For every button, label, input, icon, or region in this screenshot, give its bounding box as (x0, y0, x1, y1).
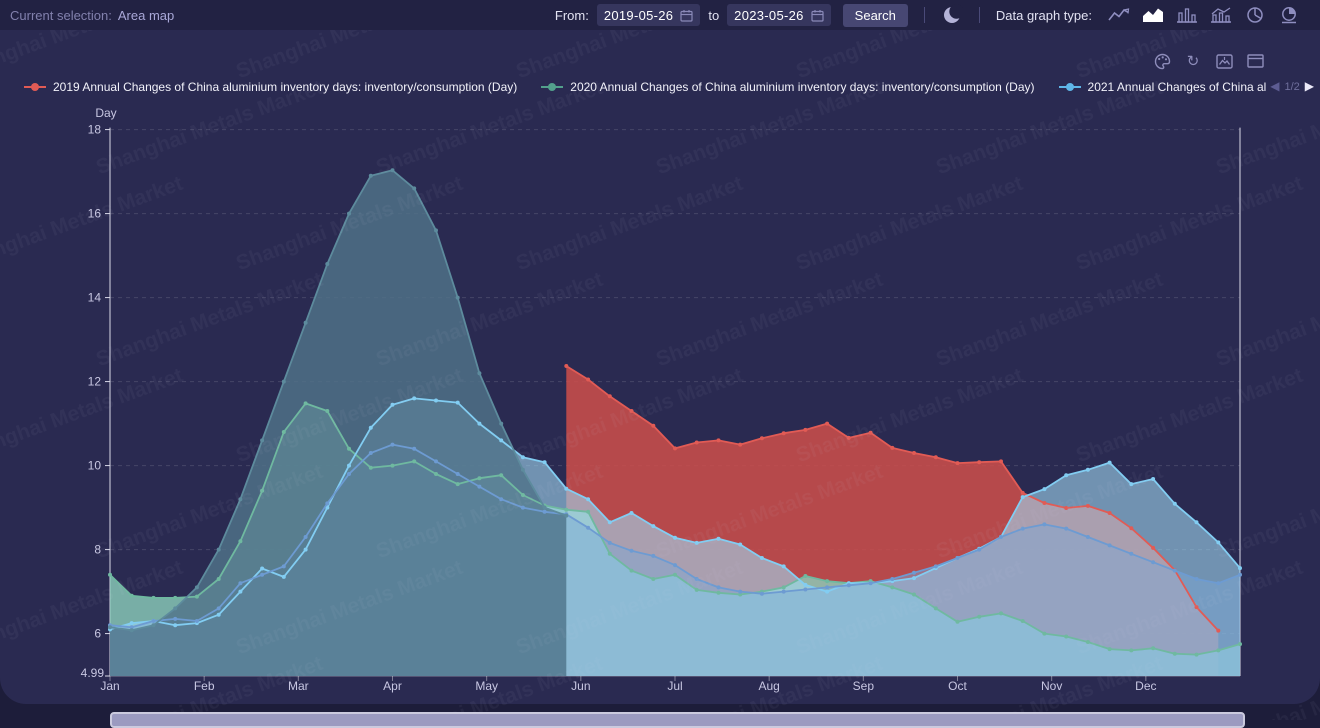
calendar-icon (680, 9, 693, 22)
theme-palette-icon[interactable] (1153, 52, 1171, 70)
svg-text:Dec: Dec (1135, 679, 1156, 693)
save-image-icon[interactable] (1215, 52, 1233, 70)
data-graph-type-label: Data graph type: (996, 8, 1092, 23)
legend-page-number: 1/2 (1284, 81, 1299, 93)
svg-text:Oct: Oct (948, 679, 967, 693)
divider (979, 7, 980, 23)
from-date-input[interactable]: 2019-05-26 (597, 4, 701, 26)
svg-text:18: 18 (88, 123, 102, 137)
dark-mode-toggle[interactable] (941, 4, 963, 26)
line-chart-icon[interactable] (1107, 6, 1131, 24)
legend-item-2021[interactable]: 2021 Annual Changes of China aluminium i… (1059, 80, 1267, 94)
top-bar: Current selection: Area map From: 2019-0… (0, 0, 1320, 30)
legend-label-2021: 2021 Annual Changes of China aluminium i… (1088, 80, 1267, 94)
divider (924, 7, 925, 23)
legend-marker-2019 (24, 86, 46, 88)
svg-text:Feb: Feb (194, 679, 215, 693)
legend-prev-arrow[interactable]: ◀ (1270, 78, 1279, 95)
svg-text:Apr: Apr (383, 679, 402, 693)
to-label: to (708, 8, 719, 23)
area-chart-icon[interactable] (1141, 6, 1165, 24)
svg-text:Nov: Nov (1041, 679, 1062, 693)
svg-text:Jan: Jan (100, 679, 119, 693)
svg-text:8: 8 (94, 543, 101, 557)
legend-marker-2020 (541, 86, 563, 88)
from-label: From: (555, 8, 589, 23)
svg-text:6: 6 (94, 627, 101, 641)
legend-label-2019: 2019 Annual Changes of China aluminium i… (53, 80, 517, 94)
graph-type-switcher (1102, 6, 1306, 24)
svg-text:10: 10 (88, 459, 102, 473)
svg-text:16: 16 (88, 207, 102, 221)
current-selection-label: Current selection: (10, 8, 112, 23)
bar-line-chart-icon[interactable] (1209, 6, 1233, 24)
svg-text:Jul: Jul (667, 679, 682, 693)
chart-legend: 2019 Annual Changes of China aluminium i… (24, 78, 1314, 95)
from-date-value: 2019-05-26 (604, 8, 674, 23)
to-date-value: 2023-05-26 (734, 8, 804, 23)
svg-text:4.99: 4.99 (81, 666, 105, 680)
svg-text:May: May (475, 679, 498, 693)
svg-text:14: 14 (88, 291, 102, 305)
svg-text:12: 12 (88, 375, 102, 389)
restore-icon[interactable]: ↻ (1184, 52, 1202, 70)
svg-text:Mar: Mar (288, 679, 309, 693)
svg-text:Jun: Jun (571, 679, 590, 693)
to-date-input[interactable]: 2023-05-26 (727, 4, 831, 26)
legend-next-arrow[interactable]: ▶ (1305, 78, 1314, 95)
pie-chart-icon[interactable] (1243, 6, 1267, 24)
donut-chart-icon[interactable] (1277, 6, 1301, 24)
data-view-icon[interactable] (1246, 52, 1264, 70)
legend-label-2020: 2020 Annual Changes of China aluminium i… (570, 80, 1034, 94)
moon-icon (941, 4, 963, 26)
search-button[interactable]: Search (843, 4, 908, 27)
chart-toolbox: ↻ (1140, 52, 1264, 70)
legend-item-2019[interactable]: 2019 Annual Changes of China aluminium i… (24, 80, 517, 94)
current-selection-value: Area map (118, 8, 174, 23)
legend-marker-2021 (1059, 86, 1081, 88)
legend-pagination: ◀ 1/2 ▶ (1270, 78, 1314, 95)
svg-text:Sep: Sep (853, 679, 875, 693)
calendar-icon (811, 9, 824, 22)
bar-chart-icon[interactable] (1175, 6, 1199, 24)
svg-text:Day: Day (95, 106, 116, 120)
svg-text:Aug: Aug (758, 679, 779, 693)
legend-item-2020[interactable]: 2020 Annual Changes of China aluminium i… (541, 80, 1034, 94)
area-chart: 18 16 14 12 10 8 6 4.99 Day Jan Feb Mar Apr May Jun Jul… (0, 0, 1320, 720)
data-zoom-slider[interactable] (110, 712, 1245, 728)
